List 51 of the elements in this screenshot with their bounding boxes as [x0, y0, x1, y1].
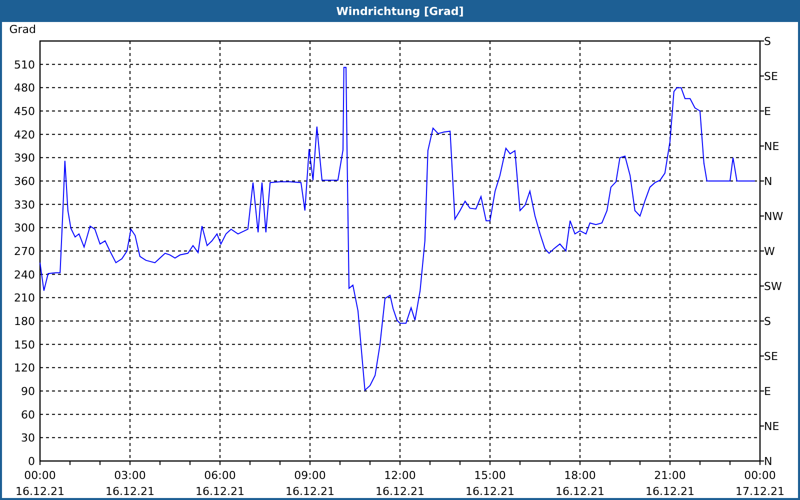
- x-tick-label: 00:00: [744, 469, 776, 482]
- x-tick-label: 06:00: [204, 469, 236, 482]
- right-tick-label: E: [764, 105, 771, 118]
- y-axis-label: Grad: [9, 23, 36, 36]
- x-tick-label: 09:00: [294, 469, 326, 482]
- right-tick-label: E: [764, 385, 771, 398]
- right-tick-label: S: [764, 35, 771, 48]
- x-tick-date: 16.12.21: [16, 485, 64, 498]
- y-tick-label: 510: [14, 58, 35, 72]
- y-tick-label: 240: [14, 268, 35, 282]
- y-tick-label: 0: [28, 455, 35, 468]
- x-tick-date: 16.12.21: [286, 485, 334, 498]
- x-tick-date: 16.12.21: [196, 485, 244, 498]
- right-tick-label: NW: [764, 210, 784, 223]
- right-tick-label: W: [764, 245, 775, 258]
- y-tick-label: 270: [14, 245, 35, 258]
- x-tick-label: 21:00: [654, 469, 686, 482]
- y-tick-label: 300: [14, 222, 35, 235]
- x-tick-label: 03:00: [114, 469, 146, 482]
- x-tick-label: 15:00: [474, 469, 506, 482]
- x-tick-date: 16.12.21: [556, 485, 604, 498]
- x-tick-date: 16.12.21: [106, 485, 154, 498]
- window-title: Windrichtung [Grad]: [2, 0, 798, 22]
- y-tick-label: 480: [14, 82, 35, 95]
- x-tick-date: 17.12.21: [736, 485, 784, 498]
- right-tick-label: N: [764, 455, 772, 468]
- right-tick-label: NE: [764, 420, 780, 433]
- right-tick-label: SE: [764, 350, 778, 363]
- y-tick-label: 450: [14, 105, 35, 118]
- x-tick-date: 16.12.21: [646, 485, 694, 498]
- x-tick-label: 18:00: [564, 469, 596, 482]
- y-tick-label: 210: [14, 292, 35, 305]
- y-tick-label: 60: [21, 408, 35, 422]
- x-tick-date: 16.12.21: [376, 485, 424, 498]
- x-tick-label: 00:00: [24, 469, 56, 482]
- y-tick-label: 150: [14, 338, 35, 352]
- right-tick-label: SE: [764, 70, 778, 83]
- y-tick-label: 180: [14, 315, 35, 328]
- x-tick-label: 12:00: [384, 469, 416, 482]
- x-tick-date: 16.12.21: [466, 485, 514, 498]
- y-tick-label: 360: [14, 175, 35, 188]
- y-tick-label: 30: [21, 432, 35, 445]
- y-tick-label: 90: [21, 385, 35, 398]
- y-tick-label: 420: [14, 128, 35, 142]
- right-tick-label: SW: [764, 280, 782, 293]
- right-tick-label: S: [764, 315, 771, 328]
- right-tick-label: NE: [764, 140, 780, 153]
- y-tick-label: 330: [14, 198, 35, 212]
- y-tick-label: 390: [14, 152, 35, 165]
- right-tick-label: N: [764, 175, 772, 188]
- y-tick-label: 120: [14, 362, 35, 375]
